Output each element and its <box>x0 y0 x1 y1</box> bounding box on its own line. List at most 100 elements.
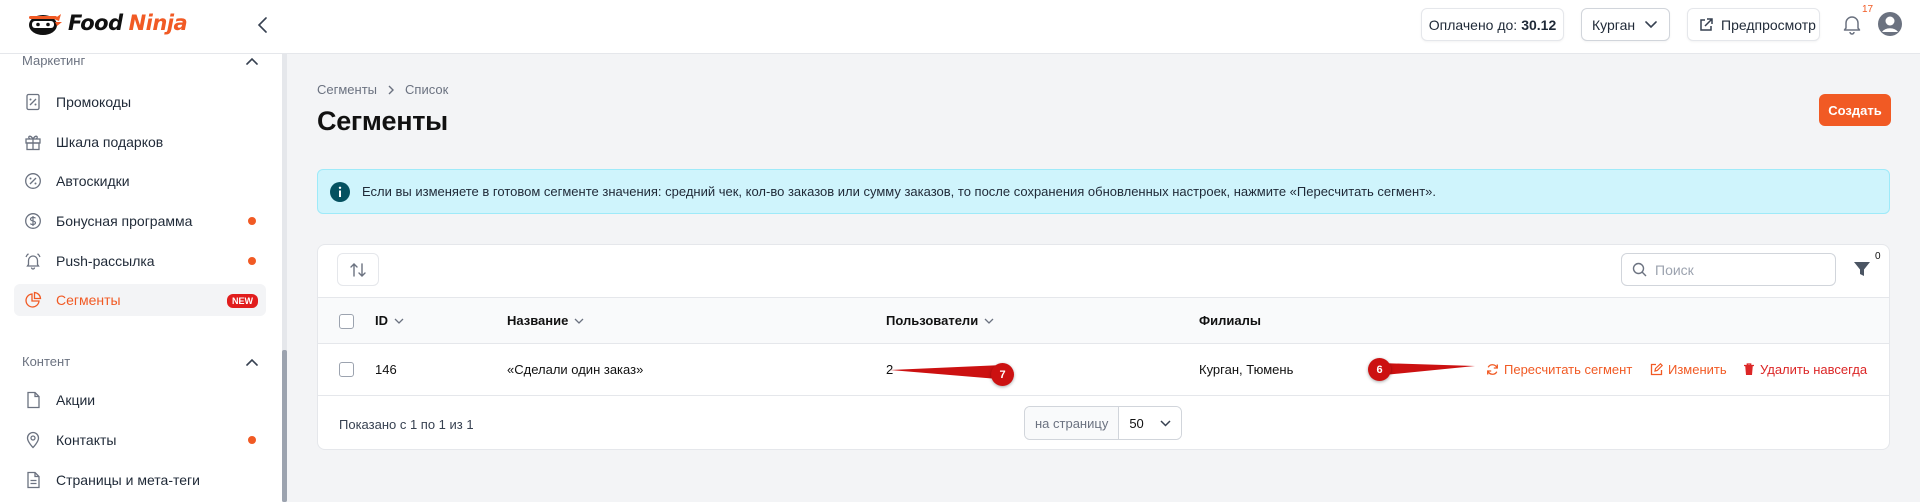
sidebar: Маркетинг Промокоды Шкала подарков Автос… <box>0 54 282 502</box>
filter-icon <box>1854 262 1870 276</box>
sidebar-section-title: Маркетинг <box>22 54 86 68</box>
search-icon <box>1632 262 1647 277</box>
logo-word-food: Food <box>68 11 123 35</box>
sidebar-section-content[interactable]: Контент <box>22 354 258 369</box>
sort-arrows-icon <box>350 262 366 277</box>
column-header-id[interactable]: ID <box>375 313 404 328</box>
column-header-label: Пользователи <box>886 313 979 328</box>
document-icon <box>24 391 42 409</box>
sidebar-item-push[interactable]: Push-рассылка <box>14 245 266 277</box>
sidebar-item-promotions[interactable]: Акции <box>14 384 266 416</box>
logo-word-ninja: Ninja <box>128 11 188 35</box>
column-header-branches: Филиалы <box>1199 313 1261 328</box>
sidebar-scrollbar-thumb[interactable] <box>282 350 287 502</box>
chevron-down-icon <box>1160 419 1171 427</box>
sidebar-item-contacts[interactable]: Контакты <box>14 424 266 456</box>
column-header-name[interactable]: Название <box>507 313 584 328</box>
refresh-icon <box>1487 364 1498 375</box>
per-page-value-select[interactable]: 50 <box>1119 407 1182 439</box>
trash-icon <box>1744 363 1754 375</box>
sidebar-item-label: Push-рассылка <box>56 253 155 269</box>
search-input[interactable] <box>1655 261 1825 278</box>
sidebar-item-label: Страницы и мета-теги <box>56 472 200 488</box>
delete-button[interactable]: Удалить навсегда <box>1743 362 1867 377</box>
sidebar-section-marketing[interactable]: Маркетинг <box>22 54 258 68</box>
annotation-marker-6: 6 <box>1368 358 1391 381</box>
notification-dot <box>248 436 256 444</box>
column-header-label: Филиалы <box>1199 313 1261 328</box>
info-alert: Если вы изменяете в готовом сегменте зна… <box>317 169 1890 214</box>
paid-until-label: Оплачено до: <box>1428 16 1518 33</box>
action-label: Удалить навсегда <box>1760 362 1868 377</box>
sidebar-item-label: Промокоды <box>56 94 132 110</box>
table-header: ID Название Пользователи Филиалы <box>318 297 1889 344</box>
column-header-label: Название <box>507 313 569 328</box>
external-link-icon <box>1700 17 1713 31</box>
user-avatar-icon <box>1878 12 1902 36</box>
notification-dot <box>248 217 256 225</box>
sidebar-item-label: Автоскидки <box>56 173 130 189</box>
paid-until-date: 30.12 <box>1521 16 1557 33</box>
filter-button[interactable] <box>1852 259 1872 279</box>
map-pin-icon <box>24 431 42 449</box>
sidebar-item-label: Акции <box>56 392 96 408</box>
chevron-down-icon <box>1645 21 1657 29</box>
breadcrumb: Сегменты Список <box>317 82 448 97</box>
sidebar-item-pages-meta[interactable]: Страницы и мета-теги <box>14 464 266 496</box>
action-label: Пересчитать сегмент <box>1504 362 1633 377</box>
sidebar-item-label: Бонусная программа <box>56 213 193 229</box>
sidebar-item-auto-discounts[interactable]: Автоскидки <box>14 165 266 197</box>
preview-label: Предпросмотр <box>1721 16 1816 33</box>
bell-icon <box>1843 16 1861 35</box>
recalculate-segment-button[interactable]: Пересчитать сегмент <box>1486 362 1632 377</box>
notifications-count: 17 <box>1862 4 1874 15</box>
cell-name: «Сделали один заказ» <box>507 362 644 377</box>
breadcrumb-current: Список <box>405 82 449 97</box>
document-icon <box>24 471 42 489</box>
chevron-down-icon <box>984 318 994 324</box>
ninja-logo-icon <box>24 10 62 36</box>
paid-until-badge: Оплачено до: 30.12 <box>1421 8 1564 41</box>
breadcrumb-link-segments[interactable]: Сегменты <box>317 82 377 97</box>
city-select[interactable]: Курган <box>1581 8 1670 41</box>
sidebar-section-title: Контент <box>22 354 71 369</box>
sort-button[interactable] <box>337 253 379 286</box>
chevron-up-icon <box>246 358 258 366</box>
preview-button[interactable]: Предпросмотр <box>1687 8 1820 41</box>
row-checkbox[interactable] <box>339 362 354 377</box>
search-box[interactable] <box>1621 253 1836 286</box>
new-badge: NEW <box>227 294 258 308</box>
bell-ring-icon <box>24 252 42 270</box>
per-page-value: 50 <box>1129 415 1144 431</box>
notifications-button[interactable] <box>1841 13 1863 35</box>
city-select-value: Курган <box>1592 16 1636 33</box>
per-page-label: на страницу <box>1025 407 1120 439</box>
column-header-label: ID <box>375 313 388 328</box>
select-all-checkbox[interactable] <box>339 314 354 329</box>
user-avatar[interactable] <box>1877 11 1903 37</box>
percent-receipt-icon <box>24 93 42 111</box>
logo[interactable]: Food Ninja <box>24 9 188 37</box>
edit-button[interactable]: Изменить <box>1650 362 1727 377</box>
sidebar-item-bonus-program[interactable]: Бонусная программа <box>14 205 266 237</box>
sidebar-item-label: Контакты <box>56 432 117 448</box>
logo-text: Food Ninja <box>68 11 188 35</box>
annotation-marker-7: 7 <box>991 363 1014 386</box>
per-page-select[interactable]: на страницу 50 <box>1024 406 1183 440</box>
top-bar: Food Ninja Оплачено до: 30.12 Курган Предп… <box>0 0 1920 54</box>
cell-branches: Курган, Тюмень <box>1199 362 1294 377</box>
sidebar-item-promocodes[interactable]: Промокоды <box>14 86 266 118</box>
sidebar-item-segments[interactable]: Сегменты NEW <box>14 284 266 316</box>
column-header-users[interactable]: Пользователи <box>886 313 994 328</box>
edit-icon <box>1650 363 1663 376</box>
chevron-left-icon <box>257 17 267 33</box>
collapse-sidebar-button[interactable] <box>252 14 274 36</box>
chevron-down-icon <box>394 318 404 324</box>
filter-count: 0 <box>1875 251 1881 262</box>
cell-users: 2 <box>886 362 894 377</box>
create-button[interactable]: Создать <box>1819 94 1891 126</box>
segments-table-card: 0 ID Название Пользователи Филиалы 146 «… <box>317 244 1890 450</box>
sidebar-item-gift-scale[interactable]: Шкала подарков <box>14 126 266 158</box>
chevron-down-icon <box>574 318 584 324</box>
info-icon <box>330 181 350 202</box>
